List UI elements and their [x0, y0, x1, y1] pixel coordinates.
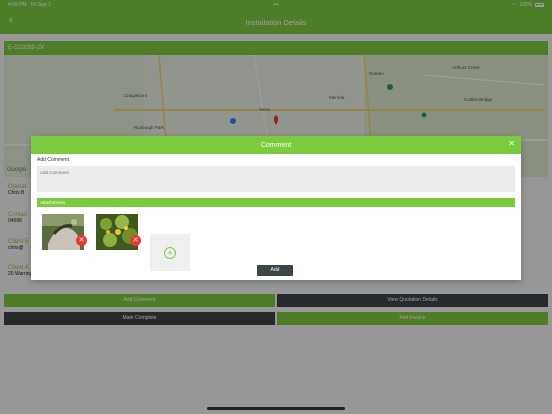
dialog-body: Add Comment Attachments ✕ [31, 154, 521, 280]
dialog-title: Comment [260, 141, 292, 149]
remove-attachment-icon[interactable]: ✕ [130, 235, 141, 246]
add-comment-submit-button[interactable]: Add [257, 265, 293, 276]
home-indicator[interactable] [207, 407, 345, 410]
add-comment-label: Add Comment [37, 157, 69, 163]
remove-attachment-icon[interactable]: ✕ [76, 235, 87, 246]
add-attachment-button[interactable]: + [150, 234, 190, 271]
comment-input[interactable] [37, 166, 515, 192]
plus-circle-icon: + [164, 246, 176, 259]
close-icon[interactable]: ✕ [508, 139, 515, 148]
dialog-header: Comment ✕ [31, 136, 521, 154]
comment-dialog: Comment ✕ Add Comment Attachments ✕ [31, 136, 521, 280]
attachments-header: Attachments [37, 198, 515, 207]
